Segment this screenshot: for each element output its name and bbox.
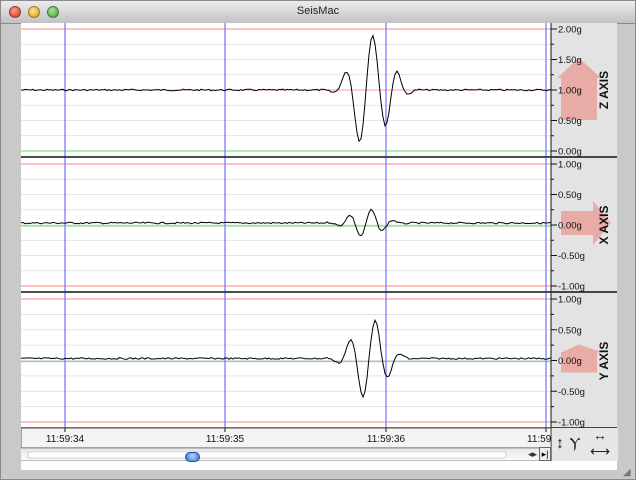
y-axis-label: Y AXIS bbox=[597, 342, 611, 381]
time-scrollbar[interactable]: ◂▸ bbox=[21, 448, 541, 462]
scale-tick-label: -1.00g bbox=[558, 418, 585, 429]
scale-tick-label: 0.00g bbox=[558, 147, 582, 158]
horizontal-shrink-icon: ⟷ bbox=[589, 443, 611, 459]
scale-tick-label: 1.00g bbox=[558, 295, 582, 306]
scale-tick-label: 1.00g bbox=[558, 86, 582, 97]
scale-tick-label: 1.00g bbox=[558, 160, 582, 171]
scale-tick-label: -0.50g bbox=[558, 387, 585, 398]
scale-tick-label: -0.50g bbox=[558, 251, 585, 262]
scroll-right-arrow-icon[interactable]: ▸ bbox=[532, 449, 537, 459]
time-label: 11:59:36 bbox=[367, 434, 406, 445]
seismograph-plot: 2.00g 1.50g 1.00g 0.50g 0.00g 1.00g 0.50g 0.00… bbox=[20, 23, 617, 449]
horizontal-zoom-icon: ↔ bbox=[593, 427, 607, 443]
horizontal-shrink-button[interactable]: ⟷ bbox=[586, 444, 614, 458]
scale-tick-label: -1.00g bbox=[558, 282, 585, 293]
vertical-zoom-icon: ↕ bbox=[556, 435, 564, 452]
seismograph-area: 2.00g 1.50g 1.00g 0.50g 0.00g 1.00g 0.50g 0.00… bbox=[20, 23, 617, 470]
time-label: 11:59:34 bbox=[46, 434, 85, 445]
horizontal-zoom-button[interactable]: ↔ bbox=[586, 428, 614, 442]
title-bar[interactable]: SeisMac bbox=[1, 1, 635, 24]
vertical-shrink-button[interactable]: Ⲩ bbox=[568, 430, 582, 458]
scale-tick-label: 0.50g bbox=[558, 325, 582, 336]
z-axis-label: Z AXIS bbox=[597, 71, 611, 109]
vertical-shrink-icon: Ⲩ bbox=[569, 435, 581, 452]
scale-tick-label: 0.00g bbox=[558, 221, 582, 232]
scroll-arrows: ◂▸ bbox=[528, 449, 537, 460]
scale-tick-label: 0.50g bbox=[558, 116, 582, 127]
jump-to-end-button[interactable]: ▸| bbox=[539, 447, 551, 461]
scale-tick-label: 0.50g bbox=[558, 190, 582, 201]
time-label: 11:59:35 bbox=[206, 434, 245, 445]
x-axis-label: X AXIS bbox=[597, 206, 611, 245]
resize-grip-icon[interactable]: ◢ bbox=[623, 467, 633, 478]
jump-to-end-icon: ▸| bbox=[541, 449, 549, 459]
time-axis-bar bbox=[20, 427, 552, 449]
scroll-track[interactable] bbox=[27, 451, 507, 462]
window-title: SeisMac bbox=[296, 5, 340, 17]
zoom-tools: ↕ Ⲩ ↔ ⟷ bbox=[551, 428, 618, 461]
scale-tick-label: 1.50g bbox=[558, 55, 582, 66]
app-window: SeisMac 2.00g 1.50g 1.00g 0.50g 0.00g 1.00g 0… bbox=[0, 0, 636, 480]
scale-tick-label: 2.00g bbox=[558, 25, 582, 36]
scale-tick-label: 0.00g bbox=[558, 356, 582, 367]
scroll-thumb[interactable] bbox=[185, 452, 200, 462]
vertical-zoom-button[interactable]: ↕ bbox=[554, 430, 566, 458]
